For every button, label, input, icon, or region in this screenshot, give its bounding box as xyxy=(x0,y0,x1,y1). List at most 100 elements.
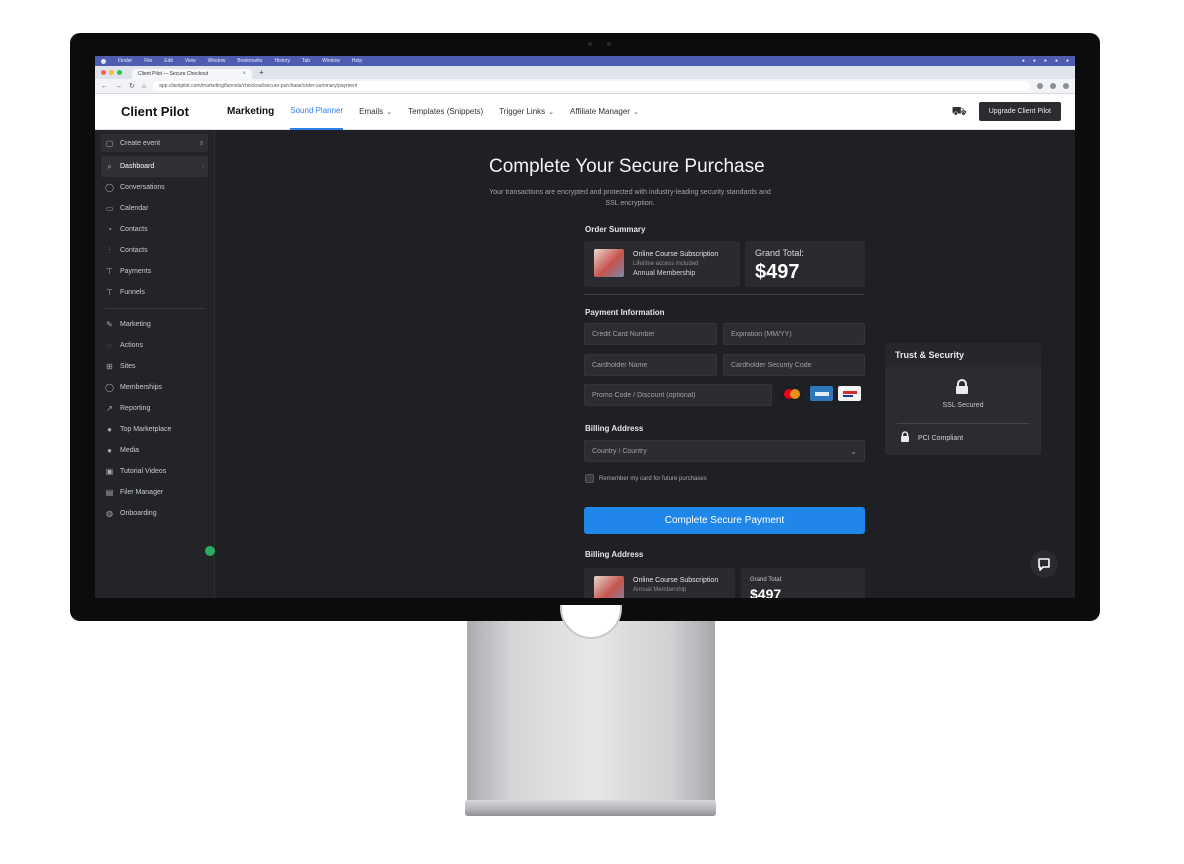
upgrade-button[interactable]: Upgrade Client Pilot xyxy=(978,102,1061,121)
sidebar-item-tutorial-videos[interactable]: ▣ Tutorial Videos xyxy=(101,461,208,482)
browser-tab[interactable]: Client Pilot — Secure Checkout × xyxy=(132,69,252,79)
complete-payment-button[interactable]: Complete Secure Payment xyxy=(584,507,865,534)
sidebar-item-memberships[interactable]: ◯ Memberships xyxy=(101,377,208,398)
nav-item-1[interactable]: Sound Planner xyxy=(290,94,344,130)
status-icon[interactable]: ● xyxy=(1066,58,1069,64)
indicator-icon: ◦ xyxy=(201,163,204,170)
sidebar-item-calendar[interactable]: ▭ Calendar xyxy=(101,198,208,219)
extension-icon[interactable] xyxy=(1050,83,1056,89)
chat-widget-button[interactable] xyxy=(1030,550,1058,578)
extension-icon[interactable] xyxy=(1037,83,1043,89)
browser-toolbar: ← → ↻ ⌂ app.clientpilot.com/marketing/fu… xyxy=(95,79,1075,94)
nav-item-0[interactable]: Marketing xyxy=(227,94,274,130)
os-menu-item[interactable]: Edit xyxy=(164,58,173,64)
sidebar-item-label: Conversations xyxy=(120,184,165,191)
sidebar-item-label: Contacts xyxy=(120,226,148,233)
reload-icon[interactable]: ↻ xyxy=(129,82,135,90)
apple-icon[interactable] xyxy=(101,58,106,64)
reporting-icon: ↗ xyxy=(106,404,113,413)
expiration-field[interactable]: Expiration (MM/YY) xyxy=(723,323,865,345)
account-switcher[interactable]: ▢ Create event ⇕ xyxy=(101,134,208,152)
sidebar-item-label: Contacts xyxy=(120,247,148,254)
promo-code-field[interactable]: Promo Code / Discount (optional) xyxy=(584,384,772,406)
os-menu-item[interactable]: File xyxy=(144,58,152,64)
os-menu-item[interactable]: Help xyxy=(352,58,362,64)
sidebar-item-onboarding[interactable]: ◍ Onboarding xyxy=(101,503,208,524)
home-icon[interactable]: ⌂ xyxy=(142,83,146,90)
opportunities-icon: ⫶ xyxy=(108,245,111,255)
card-number-placeholder: Credit Card Number xyxy=(592,330,655,338)
sidebar-item-actions[interactable]: ◌ Actions xyxy=(101,335,208,356)
sidebar-item-reporting[interactable]: ↗ Reporting xyxy=(101,398,208,419)
address-text: app.clientpilot.com/marketing/funnels/ch… xyxy=(159,83,358,89)
chevron-down-icon: ⌄ xyxy=(548,108,555,116)
logo[interactable]: Client Pilot xyxy=(95,105,215,118)
os-menu-item[interactable]: Window xyxy=(208,58,226,64)
security-code-field[interactable]: Cardholder Security Code xyxy=(723,354,865,376)
forward-icon[interactable]: → xyxy=(115,83,122,90)
remember-card-label: Remember my card for future purchases xyxy=(599,476,707,482)
status-icon[interactable]: ● xyxy=(1033,58,1036,64)
os-menu-item[interactable]: Window xyxy=(322,58,340,64)
close-window-icon[interactable] xyxy=(101,70,106,75)
grand-total-label-2: Grand Total: xyxy=(750,577,783,583)
sidebar-item-contacts[interactable]: ◔ Contacts xyxy=(101,219,208,240)
address-bar[interactable]: app.clientpilot.com/marketing/funnels/ch… xyxy=(153,81,1030,91)
page-subtitle: Your transactions are encrypted and prot… xyxy=(489,189,771,207)
sidebar-item-contacts[interactable]: ⫶ Contacts xyxy=(101,240,208,261)
billing-country-select[interactable]: Country / Country ⌄ xyxy=(584,440,865,462)
mastercard-icon xyxy=(780,386,803,401)
payments-icon: ⊤ xyxy=(106,267,113,276)
os-menu-item[interactable]: Finder xyxy=(118,58,132,64)
sidebar-item-label: Calendar xyxy=(120,205,149,212)
trust-security-card: Trust & Security SSL Secured PCI Complia… xyxy=(885,343,1041,455)
sidebar-item-payments[interactable]: ⊤ Payments xyxy=(101,261,208,282)
os-menubar: Finder File Edit View Window Bookmarks History… xyxy=(95,56,1075,66)
profile-icon[interactable] xyxy=(1063,83,1069,89)
remember-card-checkbox[interactable] xyxy=(585,474,594,483)
close-tab-icon[interactable]: × xyxy=(242,71,246,77)
cardholder-field[interactable]: Cardholder Name xyxy=(584,354,717,376)
sidebar-item-marketing[interactable]: ✎ Marketing xyxy=(101,314,208,335)
automation-icon: ◌ xyxy=(107,341,112,350)
nav-item-3[interactable]: Templates (Snippets) xyxy=(408,94,483,130)
new-tab-icon[interactable]: + xyxy=(256,67,267,79)
grand-total-label: Grand Total: xyxy=(755,248,804,258)
nav-item-5[interactable]: Affiliate Manager ⌄ xyxy=(570,94,639,130)
sidebar-item-label: Top Marketplace xyxy=(120,426,172,433)
sidebar-item-funnels[interactable]: ⊤ Funnels xyxy=(101,282,208,303)
status-icon[interactable]: ● xyxy=(1055,58,1058,64)
status-icon[interactable]: ● xyxy=(1022,58,1025,64)
back-icon[interactable]: ← xyxy=(101,83,108,90)
nav-item-label: Marketing xyxy=(227,106,275,117)
sidebar-item-dashboard[interactable]: ⌕ Dashboard ◦ xyxy=(101,156,208,177)
os-menu-item[interactable]: View xyxy=(185,58,196,64)
nav-item-4[interactable]: Trigger Links ⌄ xyxy=(499,94,554,130)
photo-stage: Finder File Edit View Window Bookmarks History… xyxy=(0,0,1184,864)
status-icon[interactable]: ● xyxy=(1044,58,1047,64)
os-menu-item[interactable]: Bookmarks xyxy=(237,58,262,64)
sidebar: ▢ Create event ⇕ ⌕ Dashboard ◦ ◯ Conversatio… xyxy=(95,130,215,598)
nav-item-label: Emails xyxy=(359,107,384,116)
stand-base xyxy=(465,800,716,816)
nav-item-2[interactable]: Emails ⌄ xyxy=(359,94,392,130)
sidebar-item-conversations[interactable]: ◯ Conversations xyxy=(101,177,208,198)
video-icon: ▣ xyxy=(105,467,114,476)
contacts-icon: ◔ xyxy=(107,225,112,234)
menubar-status-icons: ● ● ● ● ● xyxy=(1022,58,1069,64)
zoom-window-icon[interactable] xyxy=(117,70,122,75)
sidebar-item-filer-manager[interactable]: ▤ Filer Manager xyxy=(101,482,208,503)
minimize-window-icon[interactable] xyxy=(109,70,114,75)
card-number-field[interactable]: Credit Card Number xyxy=(584,323,717,345)
sidebar-item-sites[interactable]: ⊞ Sites xyxy=(101,356,208,377)
sidebar-item-top-marketplace[interactable]: ● Top Marketplace xyxy=(101,419,208,440)
marketplace-icon: ● xyxy=(107,425,112,434)
cart-icon[interactable]: ⛟ xyxy=(952,104,967,120)
grand-total-amount: $497 xyxy=(755,261,800,283)
os-menu-item[interactable]: Tab xyxy=(302,58,310,64)
sidebar-item-media[interactable]: ● Media xyxy=(101,440,208,461)
cardholder-placeholder: Cardholder Name xyxy=(592,361,648,369)
notification-badge[interactable] xyxy=(205,546,215,556)
calendar-icon: ▭ xyxy=(105,204,114,213)
os-menu-item[interactable]: History xyxy=(274,58,290,64)
